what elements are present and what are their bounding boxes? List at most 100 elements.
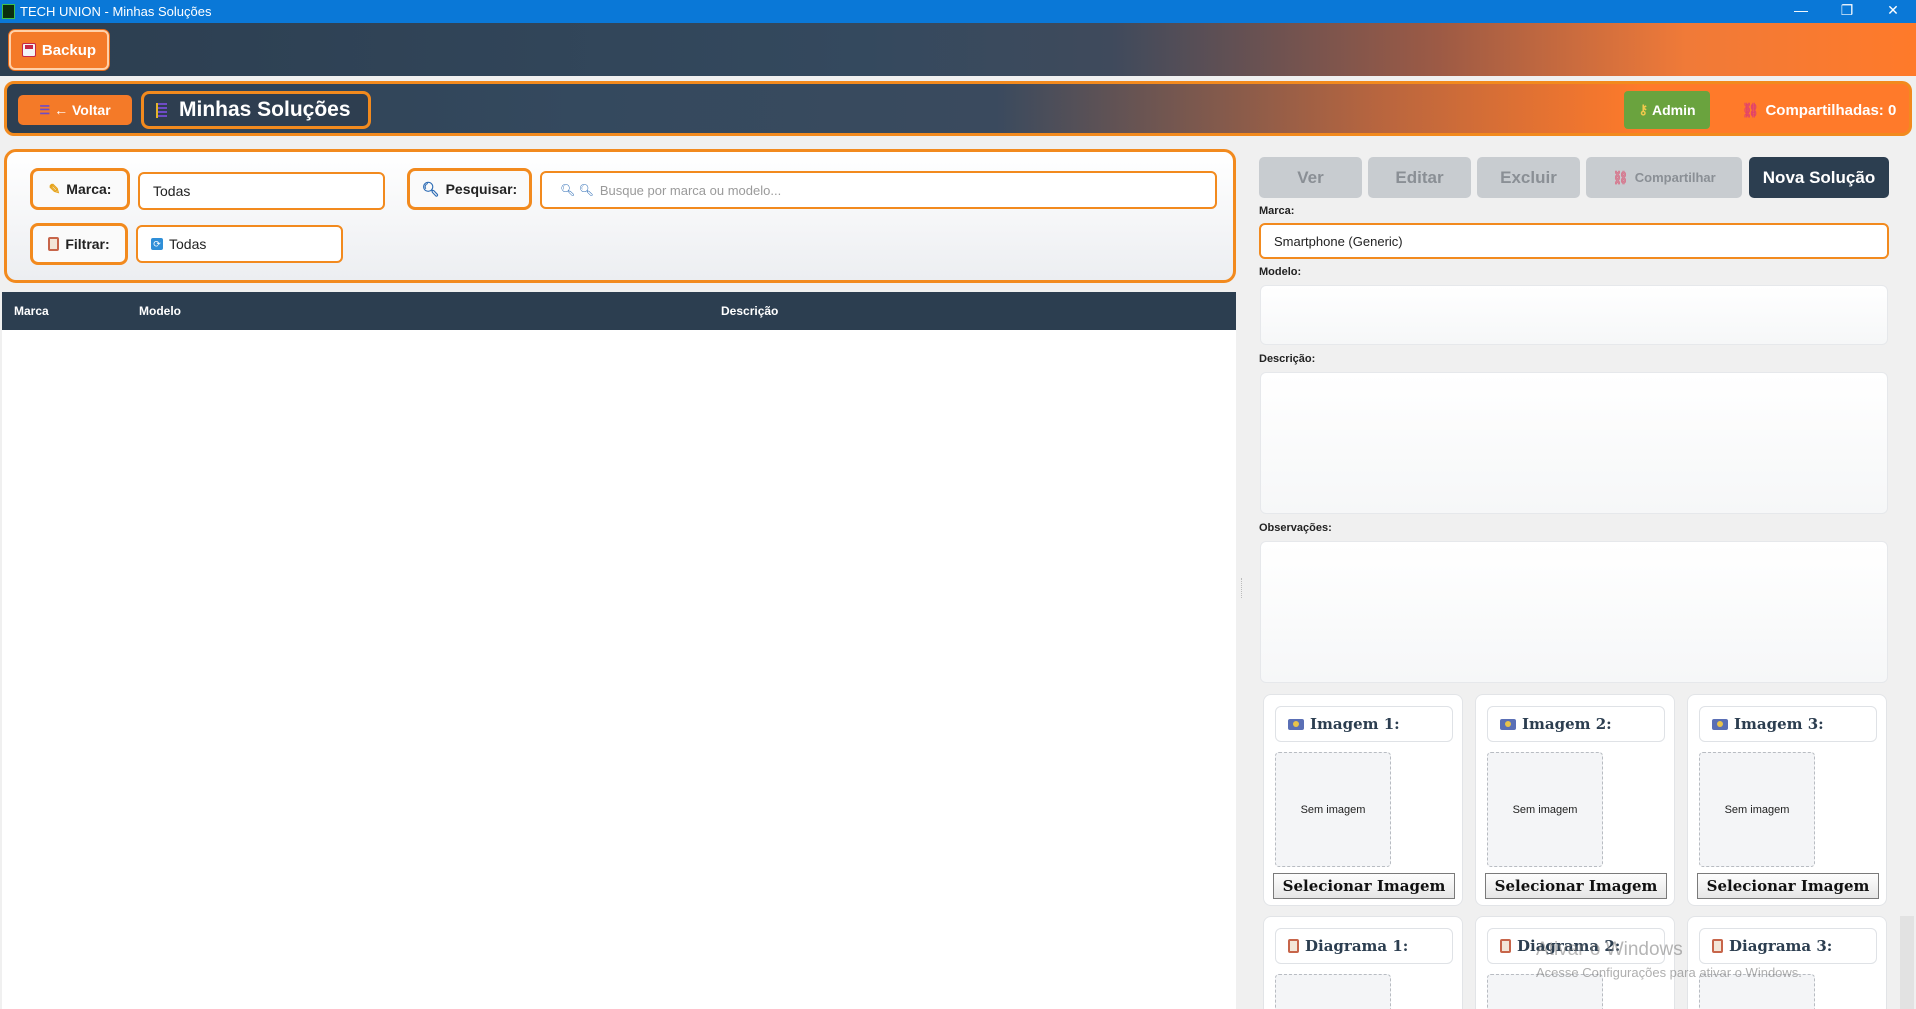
activation-watermark-text: Acesse Configurações para ativar o Windo…	[1536, 965, 1802, 980]
filter-value: Todas	[169, 236, 207, 252]
image-card-3: Imagem 3: Sem imagem Selecionar Imagem	[1687, 694, 1887, 906]
solutions-table-header: Marca Modelo Descrição	[2, 292, 1236, 330]
activation-watermark-title: Ativar o Windows	[1536, 939, 1683, 960]
image-preview[interactable]: Sem imagem	[1699, 752, 1815, 867]
pencil-icon: ✎	[48, 180, 61, 197]
image-card-title-text: Imagem 2:	[1522, 715, 1612, 733]
close-button[interactable]: ✕	[1870, 0, 1916, 23]
new-solution-button[interactable]: Nova Solução	[1749, 157, 1889, 198]
filter-select[interactable]: ⟳ Todas	[136, 225, 343, 263]
diagram-card-2: Diagrama 2:	[1475, 916, 1675, 1009]
diagram-preview[interactable]	[1275, 974, 1391, 1009]
marca-field[interactable]: Smartphone (Generic)	[1259, 223, 1889, 259]
image-card-2: Imagem 2: Sem imagem Selecionar Imagem	[1475, 694, 1675, 906]
refresh-icon: ⟳	[151, 238, 163, 250]
top-toolbar: Backup	[0, 23, 1916, 76]
select-image-label: Selecionar Imagem	[1494, 877, 1658, 895]
camera-icon	[1712, 718, 1728, 730]
view-button[interactable]: Ver	[1259, 157, 1362, 198]
view-label: Ver	[1297, 167, 1324, 187]
search-label: 🔍︎ Pesquisar:	[407, 168, 532, 210]
select-image-button[interactable]: Selecionar Imagem	[1697, 873, 1879, 899]
minimize-button[interactable]: —	[1778, 0, 1824, 23]
image-card-title-text: Imagem 1:	[1310, 715, 1400, 733]
shared-count[interactable]: ⛓ Compartilhadas: 0	[1734, 91, 1904, 129]
descricao-field-label: Descrição:	[1259, 353, 1316, 365]
diagram-card-title-text: Diagrama 3:	[1729, 937, 1833, 955]
share-link-icon: ⛓	[1741, 101, 1760, 118]
modelo-field-label: Modelo:	[1259, 266, 1302, 278]
image-preview[interactable]: Sem imagem	[1487, 752, 1603, 867]
clipboard-icon	[1288, 939, 1299, 953]
marca-filter-label-text: Marca:	[66, 181, 112, 197]
right-panel-scrollbar[interactable]	[1900, 916, 1914, 1009]
list-icon	[156, 102, 167, 118]
select-image-button[interactable]: Selecionar Imagem	[1485, 873, 1667, 899]
marca-field-label: Marca:	[1259, 205, 1295, 217]
image-card-title-text: Imagem 3:	[1734, 715, 1824, 733]
observacoes-field[interactable]	[1260, 541, 1888, 683]
diagram-card-1: Diagrama 1:	[1263, 916, 1463, 1009]
marca-filter-value: Todas	[153, 183, 191, 199]
delete-label: Excluir	[1500, 167, 1557, 187]
solutions-table-body[interactable]	[2, 330, 1236, 1009]
backup-button[interactable]: Backup	[9, 30, 109, 70]
share-label: Compartilhar	[1634, 170, 1716, 185]
search-icon: 🔍︎ 🔍︎	[560, 183, 594, 197]
descricao-field[interactable]	[1260, 372, 1888, 514]
search-label-text: Pesquisar:	[445, 181, 518, 197]
observacoes-field-label: Observações:	[1259, 522, 1332, 534]
select-image-label: Selecionar Imagem	[1282, 877, 1446, 895]
search-icon: 🔍︎	[421, 180, 440, 197]
edit-label: Editar	[1395, 167, 1444, 187]
page-title-text: Minhas Soluções	[179, 98, 351, 121]
admin-label: Admin	[1651, 102, 1696, 118]
camera-icon	[1288, 718, 1304, 730]
image-preview[interactable]: Sem imagem	[1275, 752, 1391, 867]
admin-button[interactable]: ⚷ Admin	[1624, 91, 1710, 129]
floppy-disk-icon	[21, 43, 36, 57]
column-header-marca[interactable]: Marca	[14, 304, 49, 318]
camera-icon	[1500, 718, 1516, 730]
marca-field-value: Smartphone (Generic)	[1274, 233, 1403, 249]
marca-filter-select[interactable]: Todas	[138, 172, 385, 210]
share-button[interactable]: ⛓ Compartilhar	[1586, 157, 1742, 198]
column-header-modelo[interactable]: Modelo	[139, 304, 181, 318]
select-image-button[interactable]: Selecionar Imagem	[1273, 873, 1455, 899]
page-title: Minhas Soluções	[141, 91, 371, 129]
diagram-card-title: Diagrama 3:	[1699, 928, 1877, 964]
search-input[interactable]: 🔍︎ 🔍︎ Busque por marca ou modelo...	[540, 171, 1217, 209]
panel-splitter[interactable]	[1241, 578, 1243, 598]
diagram-card-title-text: Diagrama 1:	[1305, 937, 1409, 955]
new-solution-label: Nova Solução	[1762, 167, 1876, 187]
image-placeholder-text: Sem imagem	[1300, 803, 1366, 816]
share-link-icon: ⛓	[1612, 169, 1629, 185]
shared-count-label: Compartilhadas: 0	[1765, 101, 1897, 119]
image-card-title: Imagem 1:	[1275, 706, 1453, 742]
back-button[interactable]: ☰ ← Voltar	[18, 95, 132, 125]
image-card-1: Imagem 1: Sem imagem Selecionar Imagem	[1263, 694, 1463, 906]
modelo-field[interactable]	[1260, 285, 1888, 345]
image-card-title: Imagem 3:	[1699, 706, 1877, 742]
window-title: TECH UNION - Minhas Soluções	[20, 4, 212, 19]
clipboard-icon	[1712, 939, 1723, 953]
window-titlebar: TECH UNION - Minhas Soluções — ❐ ✕	[0, 0, 1916, 23]
search-placeholder: Busque por marca ou modelo...	[599, 182, 782, 198]
maximize-button[interactable]: ❐	[1824, 0, 1870, 23]
diagram-card-title: Diagrama 1:	[1275, 928, 1453, 964]
delete-button[interactable]: Excluir	[1477, 157, 1580, 198]
filter-label: Filtrar:	[30, 223, 128, 265]
marca-filter-label: ✎ Marca:	[30, 168, 130, 210]
filter-label-text: Filtrar:	[65, 236, 110, 252]
clipboard-icon	[1500, 939, 1511, 953]
image-placeholder-text: Sem imagem	[1724, 803, 1790, 816]
key-icon: ⚷	[1638, 102, 1648, 117]
image-card-title: Imagem 2:	[1487, 706, 1665, 742]
column-header-descricao[interactable]: Descrição	[721, 304, 778, 318]
edit-button[interactable]: Editar	[1368, 157, 1471, 198]
app-icon	[2, 4, 15, 19]
diagram-card-3: Diagrama 3:	[1687, 916, 1887, 1009]
settings-sliders-icon: ☰	[39, 103, 51, 117]
clipboard-icon	[48, 237, 60, 251]
select-image-label: Selecionar Imagem	[1706, 877, 1870, 895]
